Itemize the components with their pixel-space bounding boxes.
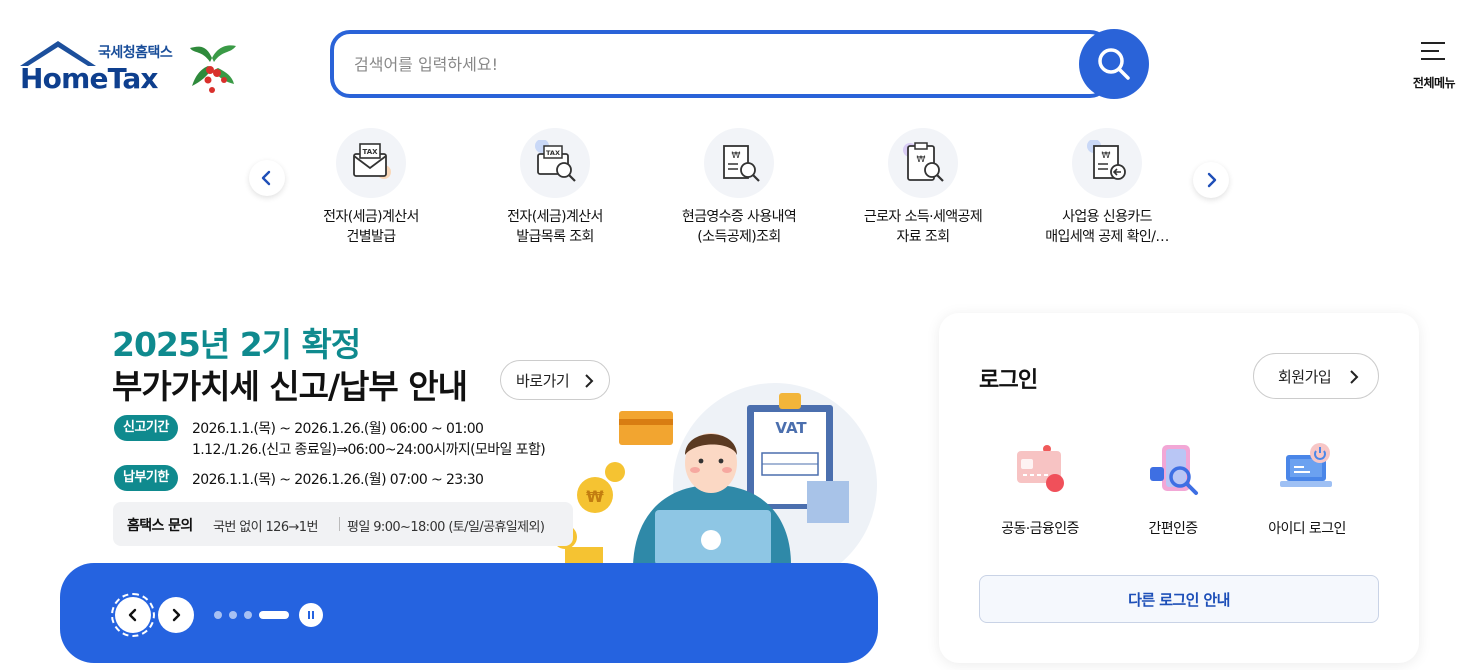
simple-auth-option[interactable]: 간편인증 <box>1118 443 1228 538</box>
quick-service-label: 전자(세금)계산서 건별발급 <box>323 209 419 245</box>
id-login-option[interactable]: 아이디 로그인 <box>1252 443 1362 538</box>
hamburger-icon <box>1421 40 1447 62</box>
pause-icon <box>308 611 310 619</box>
laptop-power-icon <box>1280 443 1332 487</box>
svg-text:VAT: VAT <box>775 419 807 437</box>
banner-slide-dot-active[interactable] <box>259 611 289 619</box>
quick-service-item[interactable]: TAX 전자(세금)계산서 건별발급 <box>281 128 461 247</box>
banner-title-line2: 부가가치세 신고/납부 안내 <box>112 367 468 406</box>
search-box <box>330 30 1110 98</box>
inquiry-title: 홈택스 문의 <box>127 518 193 534</box>
certificate-login-option[interactable]: 공동·금융인증 <box>985 443 1095 538</box>
banner-prev-button[interactable] <box>111 593 155 637</box>
other-login-guide-button[interactable]: 다른 로그인 안내 <box>979 575 1379 623</box>
chevron-left-icon <box>128 608 137 622</box>
quick-service-item[interactable]: ₩ 근로자 소득·세액공제 자료 조회 <box>833 128 1013 247</box>
svg-text:₩: ₩ <box>917 155 926 165</box>
quick-service-item[interactable]: TAX 전자(세금)계산서 발급목록 조회 <box>465 128 645 247</box>
login-card: 로그인 회원가입 공동·금융인증 간편인증 아이디 로그인 다른 로그인 안내 <box>939 313 1419 663</box>
payment-deadline-badge: 납부기한 <box>114 465 178 491</box>
chevron-right-icon <box>172 608 181 622</box>
hometax-logo[interactable]: 국세청홈택스 HomeTax <box>18 38 240 100</box>
logo-title: HomeTax <box>20 62 158 95</box>
report-period-line1: 2026.1.1.(목) ~ 2026.1.26.(월) 06:00 ~ 01:… <box>192 421 484 437</box>
inquiry-phone: 국번 없이 126→1번 <box>213 520 318 535</box>
quick-service-label: 전자(세금)계산서 발급목록 조회 <box>507 209 603 245</box>
all-menu-button[interactable]: 전체메뉴 <box>1404 40 1464 96</box>
clipboard-search-icon: ₩ <box>888 128 958 198</box>
all-menu-label: 전체메뉴 <box>1412 76 1456 90</box>
svg-text:₩: ₩ <box>732 151 741 161</box>
search-icon <box>1098 48 1130 80</box>
banner-title-line1: 2025년 2기 확정 <box>112 325 361 364</box>
chevron-left-icon <box>261 170 271 186</box>
certificate-card-icon <box>1017 445 1064 492</box>
svg-text:TAX: TAX <box>546 149 560 157</box>
receipt-search-icon: ₩ <box>704 128 774 198</box>
quick-next-button[interactable] <box>1193 162 1229 198</box>
svg-text:TAX: TAX <box>362 148 378 156</box>
signup-label: 회원가입 <box>1278 367 1332 386</box>
chevron-right-icon <box>1350 370 1359 384</box>
simple-auth-label: 간편인증 <box>1148 521 1198 537</box>
banner-slide-dot[interactable] <box>229 611 237 619</box>
phone-search-icon <box>1150 445 1198 495</box>
banner-slide-dot[interactable] <box>244 611 252 619</box>
inquiry-box: 홈택스 문의 국번 없이 126→1번 평일 9:00~18:00 (토/일/공… <box>113 502 573 546</box>
banner-pause-button[interactable] <box>299 603 323 627</box>
quick-service-label: 근로자 소득·세액공제 자료 조회 <box>863 209 983 245</box>
search-button[interactable] <box>1079 29 1149 99</box>
inquiry-divider <box>339 517 340 531</box>
quick-service-item[interactable]: ₩ 현금영수증 사용내역 (소득공제)조회 <box>649 128 829 247</box>
banner-slide-dot[interactable] <box>214 611 222 619</box>
holly-icon <box>190 45 236 93</box>
tax-envelope-icon: TAX <box>336 128 406 198</box>
vat-illustration: VAT ₩ <box>553 355 885 587</box>
banner-next-button[interactable] <box>158 597 194 633</box>
signup-button[interactable]: 회원가입 <box>1253 353 1379 399</box>
report-period-badge: 신고기간 <box>114 415 178 441</box>
tax-search-icon: TAX <box>520 128 590 198</box>
inquiry-hours: 평일 9:00~18:00 (토/일/공휴일제외) <box>347 520 545 535</box>
chevron-right-icon <box>1207 172 1217 188</box>
logo-subtitle: 국세청홈택스 <box>98 45 173 61</box>
quick-service-label: 현금영수증 사용내역 (소득공제)조회 <box>681 209 797 245</box>
search-input[interactable] <box>354 34 1074 94</box>
payment-deadline-text: 2026.1.1.(목) ~ 2026.1.26.(월) 07:00 ~ 23:… <box>192 472 484 488</box>
quick-service-label: 사업용 신용카드 매입세액 공제 확인/… <box>1045 209 1169 245</box>
svg-text:₩: ₩ <box>1102 151 1111 161</box>
svg-text:₩: ₩ <box>586 487 604 506</box>
quick-service-item[interactable]: ₩ 사업용 신용카드 매입세액 공제 확인/… <box>1017 128 1197 247</box>
report-period-line2: 1.12./1.26.(신고 종료일)⇒06:00~24:00시까지(모바일 포… <box>192 442 546 458</box>
login-title: 로그인 <box>979 368 1038 393</box>
id-login-label: 아이디 로그인 <box>1268 521 1346 537</box>
card-receipt-icon: ₩ <box>1072 128 1142 198</box>
certificate-login-label: 공동·금융인증 <box>1001 521 1079 537</box>
quick-prev-button[interactable] <box>249 160 285 196</box>
